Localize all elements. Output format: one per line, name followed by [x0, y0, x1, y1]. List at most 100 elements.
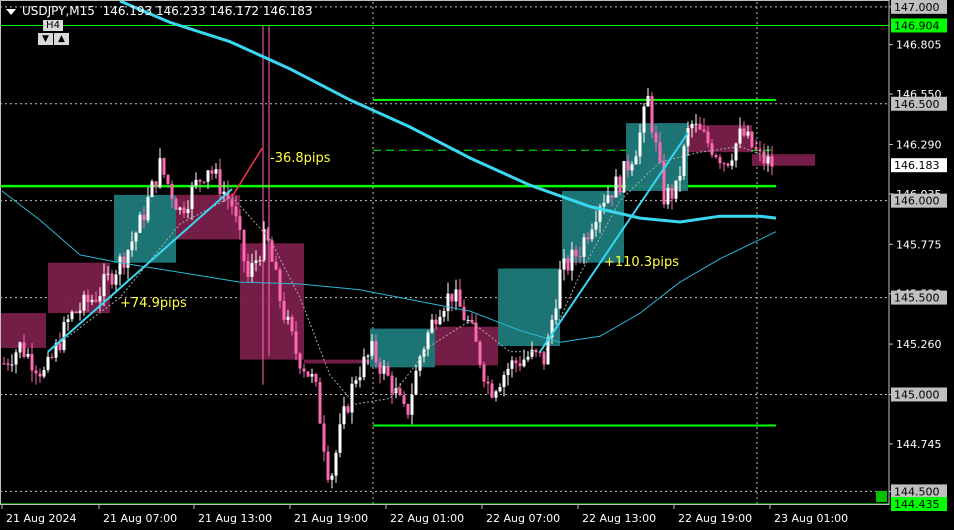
- candle-bull: [746, 131, 750, 136]
- candle-bull: [382, 365, 386, 374]
- candle-bear: [174, 198, 178, 210]
- price-label-text: 145.000: [894, 388, 940, 401]
- candle-bear: [710, 143, 714, 155]
- h4-box-bull: [114, 194, 176, 263]
- candle-bull: [642, 106, 646, 133]
- candle-bull: [498, 387, 502, 392]
- candle-bull: [70, 311, 74, 320]
- candle-bear: [758, 149, 762, 152]
- candle-bear: [754, 147, 758, 150]
- candle-bull: [354, 380, 358, 384]
- candle-bull: [370, 341, 374, 356]
- candle-bear: [706, 131, 710, 144]
- h4-box-bear: [752, 154, 815, 166]
- candle-bear: [714, 154, 718, 158]
- candle-bull: [442, 311, 446, 317]
- price-label-text: 146.904: [894, 19, 940, 32]
- candle-bull: [206, 170, 210, 182]
- pips-annotation: +110.3pips: [604, 255, 679, 270]
- candle-bear: [390, 375, 394, 394]
- x-tick-label: 22 Aug 01:00: [390, 512, 464, 525]
- candle-bear: [246, 261, 250, 277]
- candle-bull: [102, 274, 106, 297]
- candle-bull: [446, 293, 450, 312]
- candle-bear: [378, 362, 382, 374]
- price-label-text: 147.000: [894, 1, 940, 14]
- candle-bear: [182, 207, 186, 214]
- x-tick-label: 21 Aug 2024: [6, 512, 76, 525]
- candle-bear: [386, 365, 390, 376]
- candle-bear: [74, 311, 78, 314]
- h4-box-bear: [435, 326, 498, 366]
- triangle-up-icon[interactable]: ▲: [54, 33, 69, 45]
- candle-bear: [398, 388, 402, 396]
- candle-bull: [666, 187, 670, 205]
- price-label-text: 146.000: [894, 195, 940, 208]
- price-label-text: 144.435: [894, 498, 940, 511]
- candle-bear: [34, 370, 38, 374]
- y-tick-label: 144.745: [896, 438, 942, 451]
- chart-title: USDJPY,M15 146.193 146.233 146.172 146.1…: [6, 4, 313, 18]
- candle-bull: [222, 191, 226, 194]
- candle-bull: [310, 373, 314, 377]
- candle-bear: [202, 181, 206, 183]
- candle-bull: [554, 308, 558, 320]
- candle-bull: [186, 209, 190, 214]
- candle-bear: [762, 151, 766, 164]
- candle-bull: [558, 269, 562, 309]
- candle-bull: [26, 353, 30, 357]
- candle-bear: [434, 319, 438, 325]
- y-tick-label: 146.290: [896, 138, 942, 151]
- candle-bear: [406, 404, 410, 415]
- candle-bull: [130, 241, 134, 251]
- candle-bull: [602, 202, 606, 207]
- candle-bull: [66, 319, 70, 322]
- candle-bull: [734, 143, 738, 161]
- candle-bear: [658, 142, 662, 162]
- collapse-triangle-icon[interactable]: [6, 8, 16, 15]
- candle-bull: [338, 424, 342, 453]
- candle-bull: [214, 169, 218, 174]
- candle-bear: [166, 174, 170, 184]
- candle-bear: [278, 269, 282, 301]
- candle-bear: [50, 356, 54, 358]
- x-tick-label: 21 Aug 07:00: [103, 512, 177, 525]
- x-tick-label: 21 Aug 19:00: [294, 512, 368, 525]
- candle-bull: [98, 296, 102, 302]
- timeframe-label: H4: [43, 20, 63, 31]
- candle-bull: [678, 175, 682, 181]
- candle-bear: [94, 299, 98, 302]
- candle-bull: [646, 96, 650, 107]
- candle-bear: [210, 170, 214, 174]
- candle-bull: [594, 221, 598, 230]
- candle-bear: [346, 406, 350, 413]
- candle-bull: [530, 349, 534, 357]
- candle-bull: [682, 146, 686, 176]
- candle-bull: [738, 128, 742, 144]
- timeframe-widget: H4 ▼ ▲: [38, 20, 70, 46]
- price-chart[interactable]: -36.8pips +74.9pips +110.3pips 147.000 146.…: [0, 0, 954, 530]
- candle-bear: [698, 123, 702, 130]
- candle-bear: [198, 179, 202, 182]
- candle-bear: [326, 451, 330, 480]
- candle-bull: [362, 356, 366, 378]
- candle-bear: [726, 163, 730, 166]
- x-tick-label: 22 Aug 07:00: [486, 512, 560, 525]
- candle-bear: [302, 368, 306, 372]
- candle-bull: [150, 181, 154, 197]
- candle-bear: [314, 373, 318, 382]
- candle-bull: [634, 156, 638, 165]
- candle-bear: [618, 176, 622, 193]
- candle-bear: [610, 195, 614, 198]
- x-tick-label: 22 Aug 13:00: [582, 512, 656, 525]
- price-label-text: 144.500: [894, 485, 940, 498]
- candle-bull: [118, 256, 122, 275]
- triangle-down-icon[interactable]: ▼: [38, 33, 53, 45]
- candle-bear: [230, 199, 234, 207]
- candle-bull: [674, 180, 678, 199]
- price-label-text: 146.183: [894, 159, 940, 172]
- candle-bear: [574, 249, 578, 257]
- candle-bull: [494, 391, 498, 398]
- candle-bull: [258, 260, 262, 262]
- candle-bull: [10, 364, 14, 366]
